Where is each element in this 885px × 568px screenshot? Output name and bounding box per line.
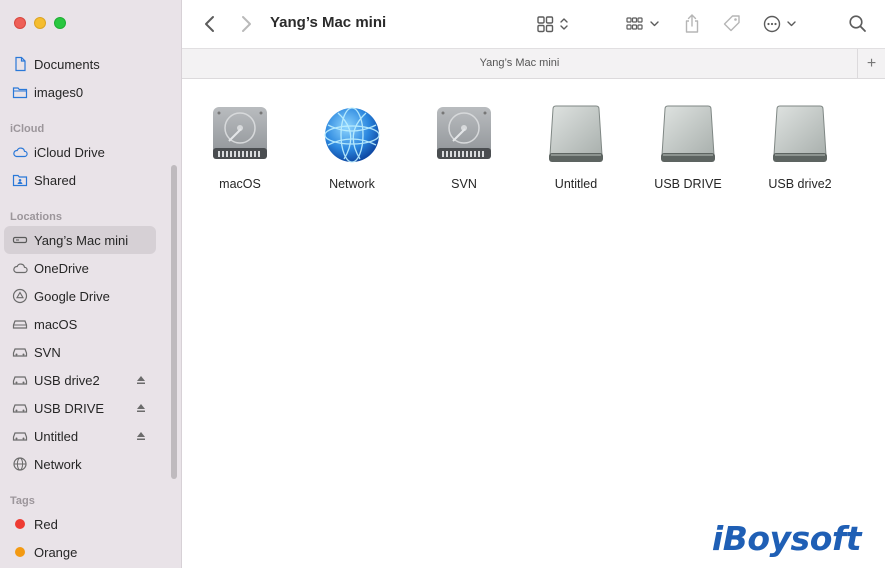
- watermark-logo: iBoysoft: [711, 519, 862, 558]
- shared-folder-icon: [12, 172, 28, 188]
- volume-label: Untitled: [554, 177, 598, 191]
- tag-button[interactable]: [720, 12, 744, 36]
- tab-bar: Yang’s Mac mini +: [182, 48, 885, 79]
- sidebar-item-label: Google Drive: [34, 288, 110, 304]
- network-globe-icon: [324, 107, 380, 163]
- volume-usb-drive[interactable]: USB DRIVE: [638, 103, 738, 191]
- external-disk-icon: [12, 344, 28, 360]
- sidebar-item-label: Red: [34, 516, 58, 532]
- internal-hard-drive-icon: [437, 107, 491, 159]
- globe-icon: [12, 456, 28, 472]
- sidebar-item-label: iCloud Drive: [34, 144, 105, 160]
- google-drive-icon: [12, 288, 28, 304]
- new-tab-button[interactable]: +: [857, 49, 885, 78]
- sidebar-item-tag-orange[interactable]: Orange: [4, 538, 156, 566]
- computer-icon: [12, 232, 28, 248]
- sidebar-item-shared[interactable]: Shared: [4, 166, 156, 194]
- volume-label: Network: [329, 177, 375, 191]
- sidebar-item-onedrive[interactable]: OneDrive: [4, 254, 156, 282]
- eject-icon[interactable]: [135, 374, 147, 386]
- sidebar-item-label: SVN: [34, 344, 61, 360]
- sidebar-item-label: images0: [34, 84, 84, 100]
- sidebar-item-google-drive[interactable]: Google Drive: [4, 282, 156, 310]
- sidebar-item-label: USB DRIVE: [34, 400, 105, 416]
- sidebar-item-svn[interactable]: SVN: [4, 338, 156, 366]
- sidebar-heading-icloud: iCloud: [10, 123, 45, 135]
- share-button[interactable]: [680, 12, 704, 36]
- sidebar-item-documents[interactable]: Documents: [4, 50, 156, 78]
- sidebar-item-label: Documents: [34, 56, 100, 72]
- document-icon: [12, 56, 28, 72]
- zoom-window-button[interactable]: [54, 17, 66, 29]
- icon-view-icon: [537, 16, 568, 33]
- forward-icon: [242, 16, 251, 32]
- cloud-icon: [12, 260, 28, 276]
- volume-usb-drive2[interactable]: USB drive2: [750, 103, 850, 191]
- sidebar-item-usb-drive2[interactable]: USB drive2: [4, 366, 156, 394]
- sidebar-item-label: Untitled: [34, 428, 79, 444]
- external-drive-icon: [773, 105, 827, 162]
- sidebar-item-untitled[interactable]: Untitled: [4, 422, 156, 450]
- tab-yangs-mac-mini[interactable]: Yang’s Mac mini: [182, 57, 857, 69]
- external-disk-icon: [12, 428, 28, 444]
- sidebar-item-label: Yang’s Mac mini: [34, 232, 129, 248]
- volume-untitled[interactable]: Untitled: [526, 103, 626, 191]
- sidebar-scrollbar[interactable]: [171, 165, 177, 479]
- internal-hard-drive-icon: [213, 107, 267, 159]
- file-browser: macOS Network SVN Untitled USB DRIVE USB…: [182, 79, 885, 568]
- external-drive-icon: [549, 105, 603, 162]
- toolbar: Yang’s Mac mini: [182, 0, 885, 48]
- sidebar-item-label: Orange: [34, 544, 78, 560]
- sidebar-item-usb-drive[interactable]: USB DRIVE: [4, 394, 156, 422]
- sidebar-heading-locations: Locations: [10, 211, 62, 223]
- window-title: Yang’s Mac mini: [270, 14, 387, 31]
- volume-label: macOS: [219, 177, 261, 191]
- sidebar-item-label: OneDrive: [34, 260, 89, 276]
- eject-icon[interactable]: [135, 430, 147, 442]
- group-button[interactable]: [624, 12, 664, 36]
- close-window-button[interactable]: [14, 17, 26, 29]
- volume-network[interactable]: Network: [302, 103, 402, 191]
- sidebar-item-label: Network: [34, 456, 82, 472]
- internal-disk-icon: [12, 316, 28, 332]
- sidebar-item-network[interactable]: Network: [4, 450, 156, 478]
- eject-icon[interactable]: [135, 402, 147, 414]
- volume-label: USB drive2: [768, 177, 832, 191]
- red-tag-dot: [15, 519, 25, 529]
- sidebar-item-label: macOS: [34, 316, 78, 332]
- sidebar: Documents images0 iCloud iCloud Drive Sh…: [0, 0, 182, 568]
- volume-label: USB DRIVE: [654, 177, 722, 191]
- forward-button[interactable]: [236, 12, 256, 36]
- group-icon: [626, 17, 659, 30]
- sidebar-item-macos[interactable]: macOS: [4, 310, 156, 338]
- volume-svn[interactable]: SVN: [414, 103, 514, 191]
- external-drive-icon: [661, 105, 715, 162]
- volume-macos[interactable]: macOS: [190, 103, 290, 191]
- sidebar-item-icloud-drive[interactable]: iCloud Drive: [4, 138, 156, 166]
- minimize-window-button[interactable]: [34, 17, 46, 29]
- sidebar-item-label: Shared: [34, 172, 76, 188]
- sidebar-item-images0[interactable]: images0: [4, 78, 156, 106]
- external-disk-icon: [12, 372, 28, 388]
- search-button[interactable]: [846, 12, 870, 36]
- more-actions-button[interactable]: [760, 12, 800, 36]
- orange-tag-dot: [15, 547, 25, 557]
- view-mode-button[interactable]: [534, 12, 574, 36]
- sidebar-item-label: USB drive2: [34, 372, 100, 388]
- back-button[interactable]: [200, 12, 220, 36]
- share-icon: [685, 14, 699, 33]
- sidebar-item-tag-red[interactable]: Red: [4, 510, 156, 538]
- external-disk-icon: [12, 400, 28, 416]
- sidebar-item-yangs-mac-mini[interactable]: Yang’s Mac mini: [4, 226, 156, 254]
- search-icon: [849, 15, 866, 32]
- folder-icon: [12, 84, 28, 100]
- window-controls: [14, 17, 66, 29]
- volume-label: SVN: [451, 177, 477, 191]
- back-icon: [205, 16, 214, 32]
- cloud-icon: [12, 144, 28, 160]
- tag-icon: [723, 15, 740, 32]
- more-icon: [763, 15, 796, 33]
- sidebar-heading-tags: Tags: [10, 495, 35, 507]
